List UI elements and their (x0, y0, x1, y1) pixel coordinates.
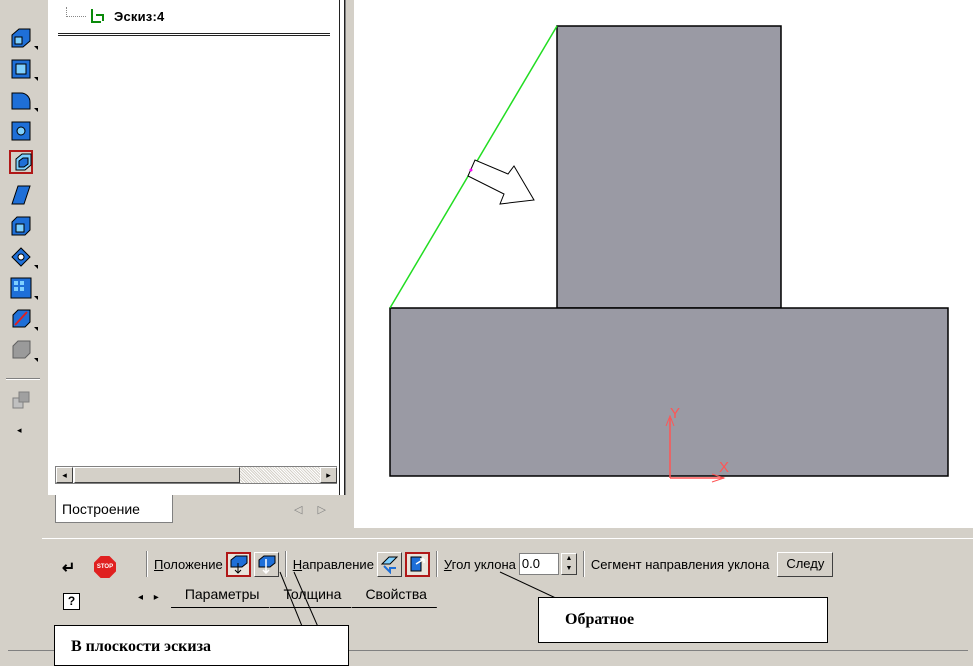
part-base-block (389, 307, 949, 477)
tab-properties[interactable]: Свойства (351, 584, 436, 608)
tab-thickness[interactable]: Толщина (269, 584, 351, 608)
sketch-icon (91, 9, 104, 23)
property-panel-actions: ↵ STOP ? (44, 542, 132, 612)
direction-reverse-icon (410, 556, 425, 571)
from-sketch-plane-icon (258, 555, 276, 574)
direction-reverse-button[interactable] (404, 551, 430, 577)
component-icon[interactable] (9, 389, 33, 413)
hole-icon[interactable] (9, 245, 38, 269)
part-upper-block (556, 25, 782, 309)
slope-icon[interactable] (9, 183, 33, 207)
tree-divider (58, 33, 330, 36)
scroll-right-button[interactable]: ▸ (320, 467, 337, 483)
scroll-left-button[interactable]: ◂ (56, 467, 73, 483)
operations-toolbar: ◂ (0, 0, 48, 528)
slope-angle-label: Угол уклона (443, 556, 516, 572)
direction-forward-icon (380, 556, 399, 574)
position-label: Положение (154, 556, 223, 572)
slope-segment-label: Сегмент направления уклона (590, 556, 770, 572)
axis-x-label: X (719, 459, 729, 476)
position-from-sketch-plane-button[interactable] (253, 551, 279, 577)
callout-reverse: Обратное (538, 597, 828, 643)
tab-scroll-arrows[interactable]: ◁ ▷ (294, 503, 332, 516)
rotate-icon[interactable] (9, 57, 38, 81)
model-tree-panel: Эскиз:4 (48, 0, 346, 495)
tab-parameters[interactable]: Параметры (171, 584, 270, 608)
shell-icon[interactable] (9, 150, 33, 174)
scroll-thumb[interactable] (74, 467, 240, 483)
stop-icon[interactable]: STOP (94, 556, 116, 578)
direction-arrow (467, 159, 535, 205)
slope-angle-input[interactable]: 0.0 (518, 553, 559, 575)
cut-icon[interactable] (9, 307, 38, 331)
tab-construction[interactable]: Построение (55, 495, 173, 523)
enter-icon[interactable]: ↵ (62, 558, 75, 578)
array-icon[interactable] (9, 276, 38, 300)
drawing-canvas[interactable]: Y X (354, 0, 973, 528)
tree-panel-tabs: Построение ◁ ▷ (48, 495, 346, 528)
tree-horizontal-scrollbar[interactable]: ◂ ▸ (55, 466, 337, 484)
slope-angle-spinner[interactable]: ▲ ▼ (560, 553, 577, 575)
loft-icon[interactable] (9, 119, 33, 143)
direction-label: Направление (292, 556, 374, 572)
direction-forward-button[interactable] (376, 551, 402, 577)
scroll-track[interactable] (240, 467, 320, 483)
tree-item-sketch[interactable]: Эскиз:4 (66, 6, 164, 26)
property-tabs: ◂ ▸ Параметры Толщина Свойства (138, 584, 437, 608)
axis-y-label: Y (670, 405, 680, 422)
in-sketch-plane-icon (230, 555, 248, 574)
tree-item-label: Эскиз:4 (114, 8, 165, 24)
position-in-sketch-plane-button[interactable] (225, 551, 251, 577)
extrude-icon[interactable] (9, 26, 38, 50)
panel-border (339, 0, 345, 495)
callout-in-sketch-plane: В плоскости эскиза (54, 625, 349, 666)
rib-icon[interactable] (9, 214, 33, 238)
kinematic-icon[interactable] (9, 88, 38, 112)
tab-nav-arrows[interactable]: ◂ ▸ (138, 592, 163, 603)
toolbar-more-arrow[interactable]: ◂ (17, 425, 22, 436)
next-button[interactable]: Следу (777, 551, 834, 577)
boolean-icon[interactable] (9, 338, 38, 362)
property-row: Положение Направление Угол уклона 0.0 ▲ ▼… (140, 549, 834, 579)
help-icon[interactable]: ? (63, 593, 80, 610)
toolbar-separator (6, 378, 40, 380)
